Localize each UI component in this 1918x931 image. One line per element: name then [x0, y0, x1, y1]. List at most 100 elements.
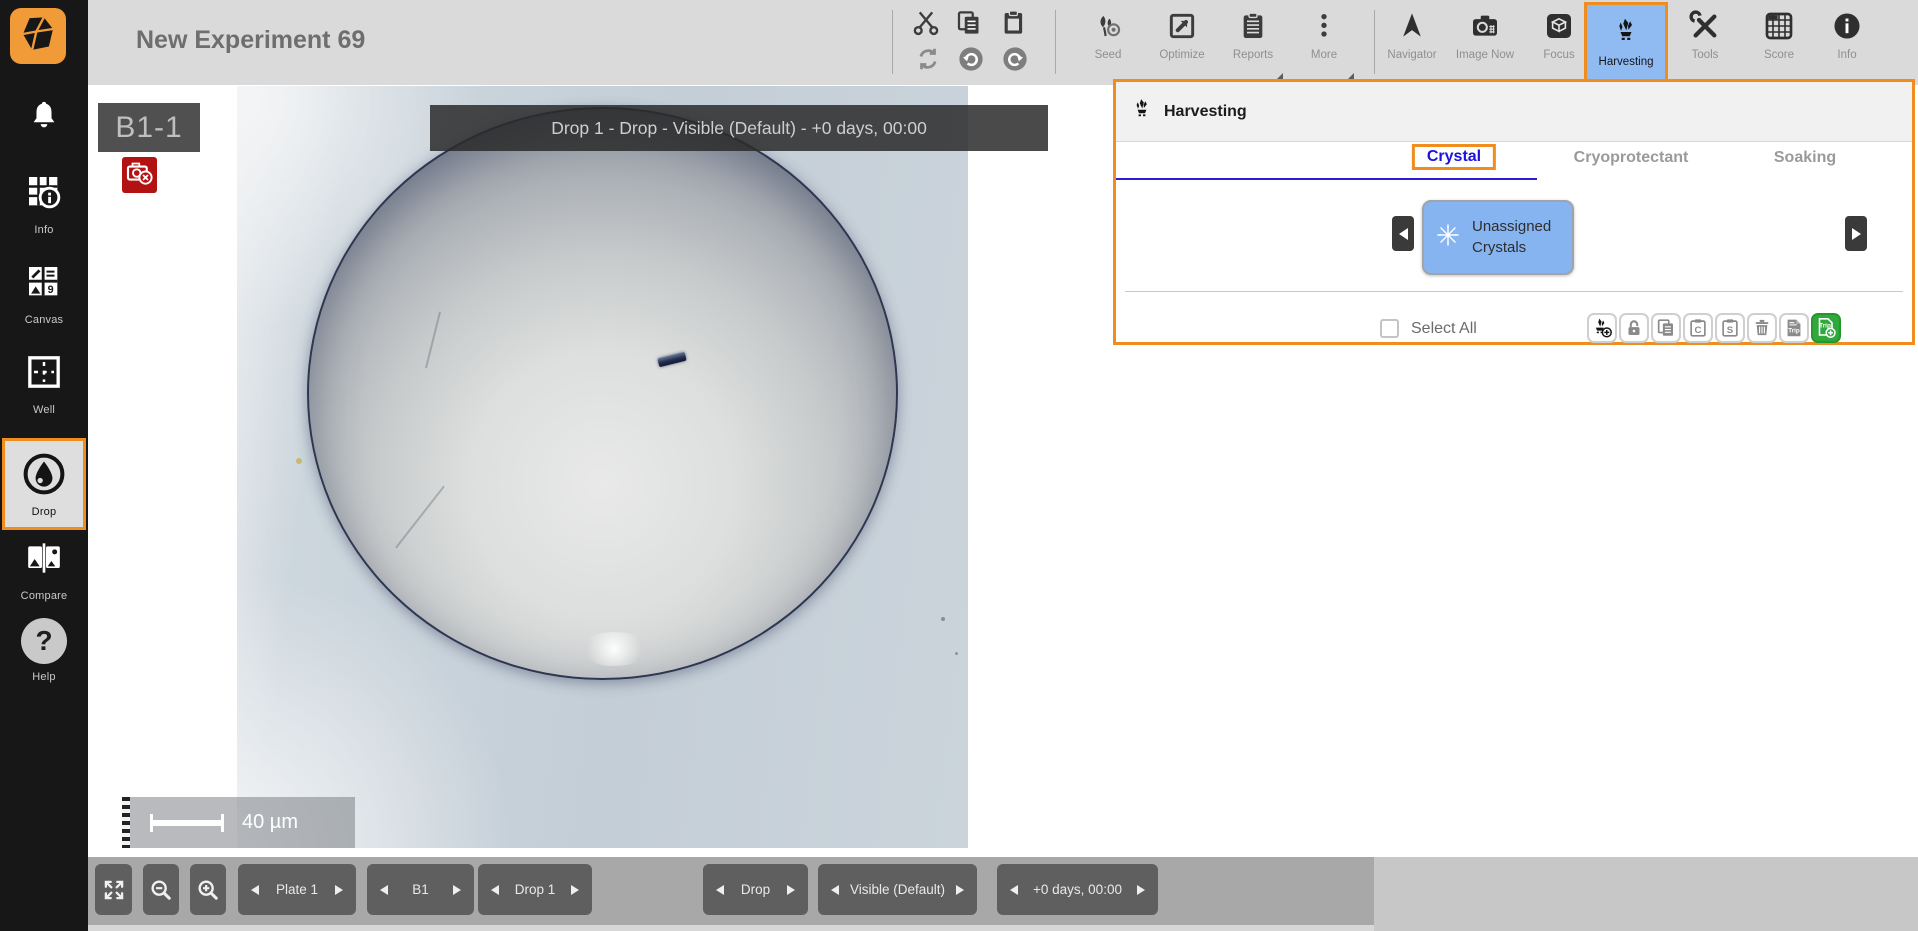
tool-label: Navigator: [1387, 49, 1436, 61]
tools-button[interactable]: Tools: [1672, 6, 1738, 82]
image-caption-text: Drop 1 - Drop - Visible (Default) - +0 d…: [551, 118, 927, 139]
unassigned-crystals-card[interactable]: Unassigned Crystals: [1422, 200, 1574, 275]
tool-label: Tools: [1692, 49, 1719, 61]
score-button[interactable]: Score: [1746, 6, 1812, 82]
viewer-toolbar: Plate 1 B1 Drop 1 Drop Visible (Default)…: [88, 857, 1374, 925]
reports-button[interactable]: Reports: [1217, 6, 1289, 82]
next-arrow-icon[interactable]: [956, 885, 964, 895]
tab-cryoprotectant[interactable]: Cryoprotectant: [1574, 149, 1689, 167]
experiment-title: New Experiment 69: [136, 26, 365, 55]
prev-arrow-icon[interactable]: [831, 885, 839, 895]
copy-button[interactable]: [954, 8, 984, 43]
undo-button[interactable]: [956, 44, 986, 79]
debris-speck: [296, 458, 302, 464]
redo-button[interactable]: [1000, 44, 1030, 79]
harvesting-tabs: Crystal Cryoprotectant Soaking: [1116, 143, 1912, 180]
prev-arrow-icon[interactable]: [1010, 885, 1018, 895]
prev-arrow-icon[interactable]: [716, 885, 724, 895]
navigator-icon: [1396, 6, 1428, 46]
refresh-button[interactable]: [913, 44, 943, 79]
info-button[interactable]: Info: [1814, 6, 1880, 82]
add-crystal-button[interactable]: [1587, 313, 1617, 343]
harvesting-icon: [1611, 16, 1641, 51]
scale-bar-label: 40 µm: [242, 811, 298, 834]
copy-crystals-button[interactable]: [1651, 313, 1681, 343]
toolbar-divider: [1374, 10, 1375, 74]
nav-imager-profile-selector[interactable]: Visible (Default): [818, 864, 977, 915]
prev-arrow-icon[interactable]: [491, 885, 499, 895]
app-logo[interactable]: [10, 8, 66, 64]
fit-to-view-button[interactable]: [95, 864, 132, 915]
panel-divider: [1125, 291, 1903, 292]
more-button[interactable]: More: [1288, 6, 1360, 82]
prev-arrow-icon[interactable]: [251, 885, 259, 895]
add-to-trip-button[interactable]: Trip: [1811, 313, 1841, 343]
info-circle-icon: [1831, 6, 1863, 46]
trip-report-button[interactable]: Trip: [1779, 313, 1809, 343]
imaging-cancelled-badge: [122, 157, 157, 193]
crystal-pager-prev-button[interactable]: [1392, 216, 1414, 251]
tab-crystal[interactable]: Crystal: [1412, 144, 1496, 170]
app-window: Info 9 Canvas W: [0, 0, 1918, 931]
sidebar-item-label: Canvas: [25, 314, 64, 326]
sidebar-item-well[interactable]: Well: [0, 352, 88, 416]
paste-button[interactable]: [999, 8, 1029, 43]
panel-title: Harvesting: [1164, 103, 1247, 121]
next-arrow-icon[interactable]: [1137, 885, 1145, 895]
nav-label: Drop 1: [515, 882, 556, 897]
sidebar-item-label: Info: [34, 224, 53, 236]
sidebar-item-label: Compare: [21, 590, 68, 602]
prev-arrow-icon[interactable]: [380, 885, 388, 895]
zoom-out-button[interactable]: [143, 864, 179, 915]
next-arrow-icon[interactable]: [453, 885, 461, 895]
camera-off-icon: [125, 158, 155, 193]
toolbar-bottom-strip: [88, 925, 1374, 931]
nav-plate-selector[interactable]: Plate 1: [238, 864, 356, 915]
navigator-button[interactable]: Navigator: [1376, 6, 1448, 82]
zoom-in-button[interactable]: [190, 864, 226, 915]
next-arrow-icon[interactable]: [335, 885, 343, 895]
sidebar-item-canvas[interactable]: 9 Canvas: [0, 262, 88, 326]
chevron-left-icon: [1399, 228, 1408, 240]
harvesting-button-active[interactable]: Harvesting: [1584, 2, 1668, 82]
debris-speck: [955, 652, 958, 655]
nav-region-selector[interactable]: Drop: [703, 864, 808, 915]
nav-timepoint-selector[interactable]: +0 days, 00:00: [997, 864, 1158, 915]
scale-bar-line: [150, 820, 224, 826]
scale-edge-marks: [122, 797, 130, 848]
optimize-icon: [1166, 6, 1198, 46]
sidebar-item-label: Well: [33, 404, 55, 416]
more-dots-icon: [1308, 6, 1340, 46]
nav-label: Visible (Default): [850, 882, 945, 897]
cut-button[interactable]: [911, 8, 941, 43]
sidebar-item-notifications[interactable]: [0, 98, 88, 139]
nav-drop-number-selector[interactable]: Drop 1: [478, 864, 592, 915]
sidebar-item-label: Help: [32, 671, 55, 683]
select-all-checkbox[interactable]: [1380, 319, 1399, 338]
tab-soaking[interactable]: Soaking: [1774, 149, 1836, 167]
sidebar-item-help[interactable]: ? Help: [0, 618, 88, 683]
nav-well-selector[interactable]: B1: [367, 864, 474, 915]
paste-cryoprotectant-button[interactable]: C: [1683, 313, 1713, 343]
seed-button[interactable]: Seed: [1072, 6, 1144, 82]
paste-soak-button[interactable]: S: [1715, 313, 1745, 343]
image-now-button[interactable]: Image Now: [1446, 6, 1524, 82]
drop-image[interactable]: [237, 86, 968, 848]
lock-button[interactable]: [1619, 313, 1649, 343]
nav-label: Plate 1: [276, 882, 318, 897]
crystal-action-bar: C S Trip: [1587, 313, 1841, 343]
sidebar-item-compare[interactable]: Compare: [0, 538, 88, 602]
snowflake-icon: [1432, 219, 1464, 256]
optimize-button[interactable]: Optimize: [1146, 6, 1218, 82]
paste-c-letter: C: [1695, 325, 1702, 336]
trip-label: Trip: [1788, 328, 1800, 335]
sidebar-item-drop[interactable]: Drop: [2, 438, 86, 530]
crystal-pager-next-button[interactable]: [1845, 216, 1867, 251]
bell-icon: [26, 98, 62, 139]
debris-speck: [941, 617, 945, 621]
next-arrow-icon[interactable]: [787, 885, 795, 895]
sidebar-item-info[interactable]: Info: [0, 172, 88, 236]
next-arrow-icon[interactable]: [571, 885, 579, 895]
delete-button[interactable]: [1747, 313, 1777, 343]
focus-button[interactable]: Focus: [1526, 6, 1592, 82]
